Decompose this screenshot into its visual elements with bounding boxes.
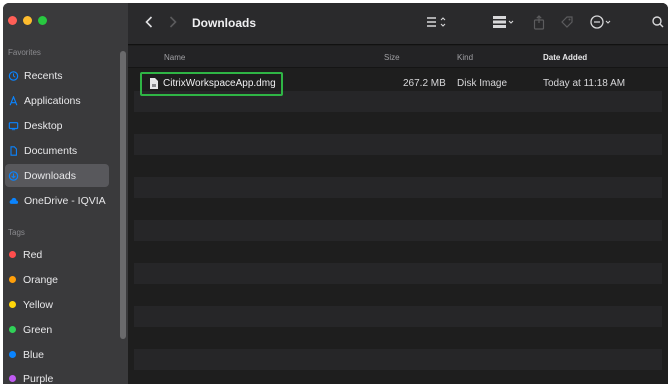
sidebar-tag-label: Green: [23, 323, 53, 336]
sidebar-item-label: Recents: [24, 69, 63, 82]
file-name: CitrixWorkspaceApp.dmg: [163, 78, 276, 89]
file-date-added: Today at 11:18 AM: [543, 78, 626, 89]
sidebar-tag-label: Purple: [23, 372, 54, 384]
table-row: [134, 133, 662, 155]
green-tag-dot-icon: [9, 326, 16, 333]
favorites-section-label: Favorites: [8, 48, 41, 57]
minimize-window-button[interactable]: [23, 16, 32, 25]
clock-icon: [8, 70, 19, 81]
disk-image-icon: [149, 77, 159, 93]
table-row: [134, 112, 662, 134]
download-icon: [8, 170, 19, 181]
table-row: [134, 348, 662, 370]
close-window-button[interactable]: [8, 16, 17, 25]
chevron-left-icon: [144, 15, 154, 29]
applications-icon: [8, 95, 19, 106]
file-row-citrix[interactable]: CitrixWorkspaceApp.dmg 267.2 MB Disk Ima…: [128, 71, 668, 96]
column-header-kind[interactable]: Kind: [457, 53, 473, 62]
group-button[interactable]: [492, 15, 516, 29]
tag-button[interactable]: [560, 15, 574, 29]
share-icon: [533, 15, 545, 30]
sidebar-scrollbar[interactable]: [120, 51, 126, 339]
file-list: [134, 69, 662, 370]
list-icon: [426, 16, 448, 28]
blue-tag-dot-icon: [9, 351, 16, 358]
purple-tag-dot-icon: [9, 375, 16, 382]
table-row: [134, 219, 662, 241]
toolbar: Downloads: [128, 3, 668, 45]
share-button[interactable]: [533, 15, 545, 30]
sidebar-tag-purple[interactable]: Purple: [3, 367, 111, 384]
sidebar-tag-green[interactable]: Green: [3, 318, 111, 341]
chevron-right-icon: [168, 15, 178, 29]
sidebar-item-label: OneDrive - IQVIA: [24, 194, 106, 207]
window-title: Downloads: [192, 16, 257, 30]
sidebar-item-applications[interactable]: Applications: [3, 89, 111, 112]
ellipsis-circle-icon: [590, 15, 616, 29]
sidebar-item-label: Documents: [24, 144, 78, 157]
desktop-icon: [8, 121, 19, 131]
sidebar: Favorites Recents Applications Desktop D…: [3, 3, 128, 384]
main-content: Downloads Name Size Kind Date Added Citr…: [128, 3, 668, 384]
sidebar-item-recents[interactable]: Recents: [3, 64, 111, 87]
finder-window: Favorites Recents Applications Desktop D…: [3, 3, 668, 384]
table-row: [134, 284, 662, 306]
action-menu-button[interactable]: [590, 15, 616, 29]
zoom-window-button[interactable]: [38, 16, 47, 25]
search-icon: [652, 15, 664, 29]
table-row: [134, 327, 662, 349]
forward-button[interactable]: [168, 15, 178, 29]
table-row: [134, 155, 662, 177]
sidebar-tag-yellow[interactable]: Yellow: [3, 293, 111, 316]
sidebar-tag-label: Orange: [23, 273, 59, 286]
table-row: [134, 198, 662, 220]
window-controls: [8, 16, 47, 25]
sidebar-item-label: Downloads: [24, 169, 76, 182]
sidebar-tag-orange[interactable]: Orange: [3, 268, 111, 291]
orange-tag-dot-icon: [9, 276, 16, 283]
yellow-tag-dot-icon: [9, 301, 16, 308]
column-header-date-added[interactable]: Date Added: [543, 53, 587, 62]
back-button[interactable]: [144, 15, 154, 29]
list-view-button[interactable]: [426, 16, 448, 28]
sidebar-tag-label: Red: [23, 248, 43, 261]
tag-icon: [560, 15, 574, 29]
sidebar-item-downloads[interactable]: Downloads: [5, 164, 109, 187]
sidebar-tag-label: Yellow: [23, 298, 53, 311]
search-button[interactable]: [652, 15, 664, 29]
column-header-size[interactable]: Size: [384, 53, 400, 62]
cloud-icon: [8, 196, 19, 206]
sidebar-tag-blue[interactable]: Blue: [3, 343, 111, 366]
table-row: [134, 241, 662, 263]
sidebar-item-documents[interactable]: Documents: [3, 139, 111, 162]
file-kind: Disk Image: [457, 78, 508, 89]
document-icon: [8, 145, 19, 156]
column-header: Name Size Kind Date Added: [128, 46, 668, 68]
table-row: [134, 305, 662, 327]
sidebar-item-desktop[interactable]: Desktop: [3, 114, 111, 137]
sidebar-tag-label: Blue: [23, 348, 45, 361]
sidebar-item-onedrive[interactable]: OneDrive - IQVIA: [3, 189, 111, 212]
sidebar-item-label: Applications: [24, 94, 81, 107]
column-header-name[interactable]: Name: [164, 53, 185, 62]
sidebar-tag-red[interactable]: Red: [3, 243, 111, 266]
table-row: [134, 176, 662, 198]
tags-section-label: Tags: [8, 228, 25, 237]
red-tag-dot-icon: [9, 251, 16, 258]
grid-icon: [492, 15, 516, 29]
file-size: 267.2 MB: [403, 78, 446, 89]
sidebar-item-label: Desktop: [24, 119, 63, 132]
table-row: [134, 262, 662, 284]
